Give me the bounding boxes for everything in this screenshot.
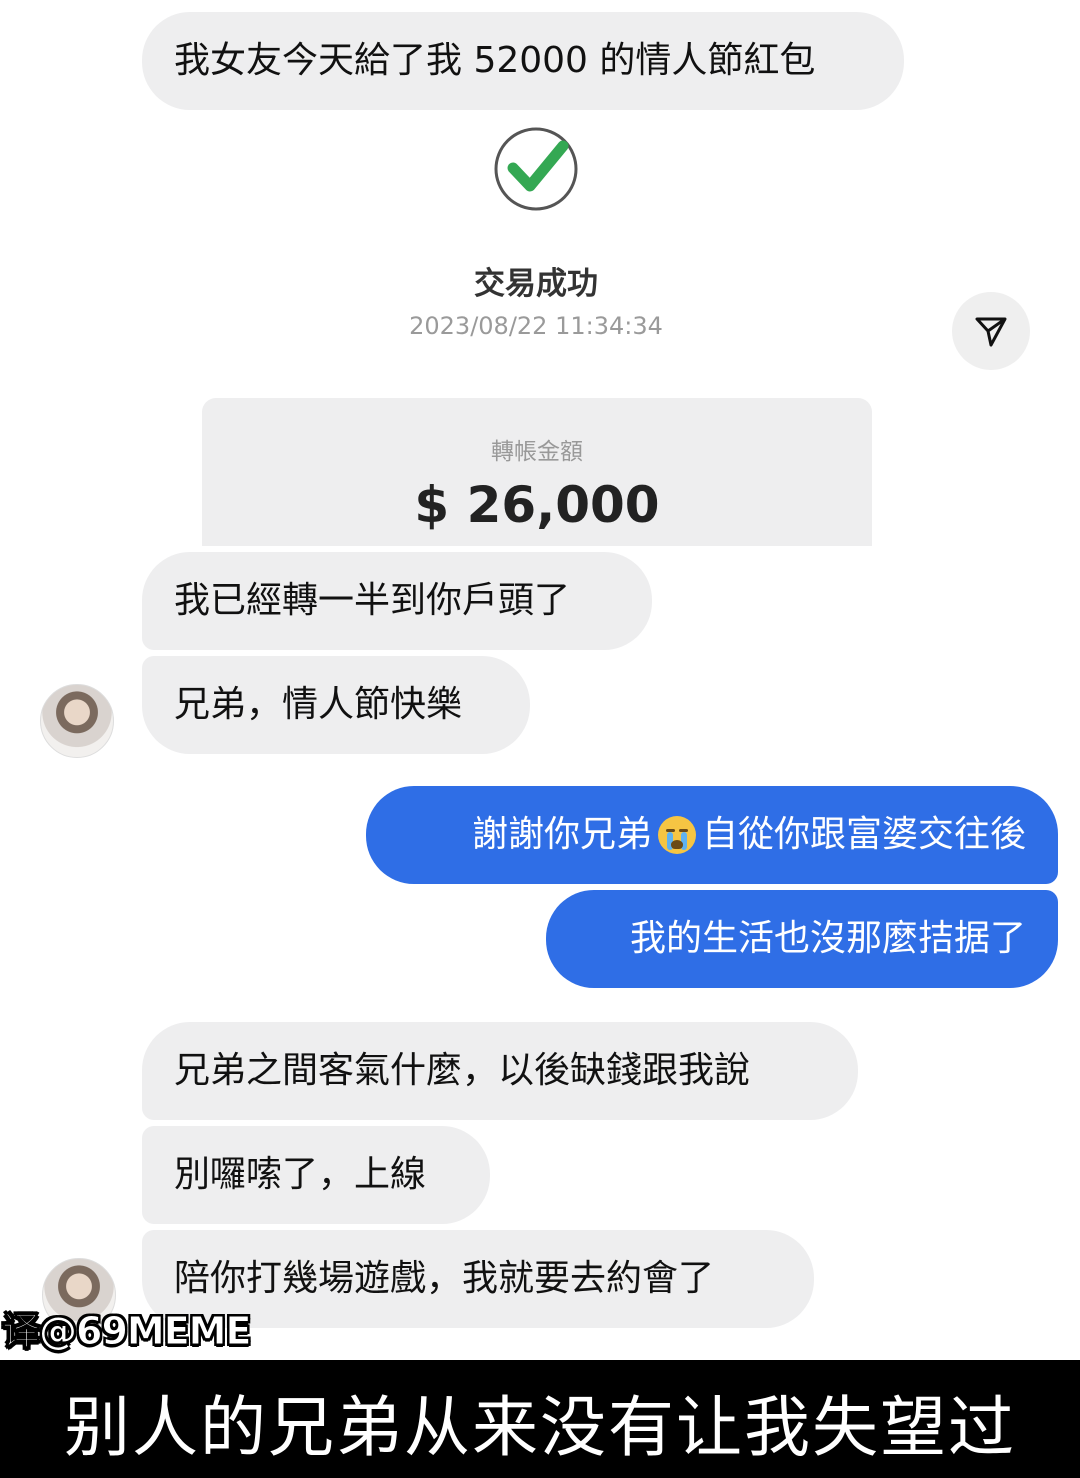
- amount-label: 轉帳金額: [491, 439, 583, 465]
- message-bubble-outgoing: 我的生活也沒那麼拮据了: [546, 890, 1058, 988]
- message-bubble-outgoing: 謝謝你兄弟 自從你跟富婆交往後: [366, 786, 1058, 884]
- amount-value: $ 26,000: [414, 476, 660, 534]
- caption-text: 别人的兄弟从来没有让我失望过: [64, 1389, 1016, 1466]
- send-icon: [975, 317, 1007, 347]
- share-button[interactable]: [952, 292, 1030, 370]
- message-bubble-incoming: 兄弟之間客氣什麼，以後缺錢跟我說: [142, 1022, 858, 1120]
- avatar[interactable]: [40, 684, 114, 758]
- message-text: 陪你打幾場遊戲，我就要去約會了: [174, 1258, 715, 1299]
- message-text: 兄弟，情人節快樂: [174, 684, 463, 725]
- transaction-datetime: 2023/08/22 11:34:34: [409, 312, 663, 340]
- crying-face-icon: [657, 816, 696, 854]
- message-text: 謝謝你兄弟: [471, 814, 652, 855]
- message-text: 兄弟之間客氣什麼，以後缺錢跟我說: [174, 1050, 751, 1091]
- message-text: 我女友今天給了我 52000 的情人節紅包: [174, 40, 816, 81]
- message-bubble-incoming: 我女友今天給了我 52000 的情人節紅包: [142, 12, 904, 110]
- check-icon: [494, 127, 578, 211]
- caption-bar: 别人的兄弟从来没有让我失望过: [0, 1360, 1080, 1478]
- message-text: 我已經轉一半到你戶頭了: [174, 580, 571, 621]
- message-text: 別囉嗦了，上線: [174, 1154, 427, 1195]
- transfer-amount-card: 轉帳金額 $ 26,000: [202, 398, 872, 546]
- transaction-status: 交易成功: [474, 266, 598, 302]
- message-bubble-incoming: 我已經轉一半到你戶頭了: [142, 552, 652, 650]
- message-bubble-incoming: 兄弟，情人節快樂: [142, 656, 530, 754]
- message-bubble-incoming: 別囉嗦了，上線: [142, 1126, 490, 1224]
- message-text: 我的生活也沒那麼拮据了: [629, 918, 1026, 959]
- watermark: 译@69MEME: [1, 1309, 251, 1354]
- message-text: 自從你跟富婆交往後: [701, 814, 1026, 855]
- chat-screenshot: 我女友今天給了我 52000 的情人節紅包 交易成功 2023/08/22 11…: [0, 0, 1080, 1360]
